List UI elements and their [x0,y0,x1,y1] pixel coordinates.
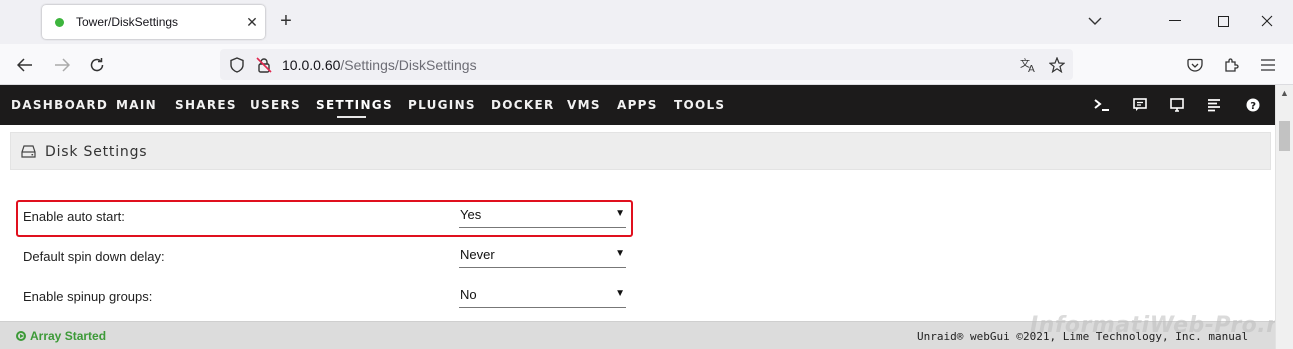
close-tab-icon[interactable]: ✕ [239,14,265,31]
section-header: Disk Settings [10,132,1271,170]
watermark-text: InformatiWeb-Pro.net [1030,313,1293,338]
menu-shares[interactable]: SHARES [175,98,237,112]
menu-users[interactable]: USERS [250,98,301,112]
page-content: Disk Settings Enable auto start: Yes ▼ D… [0,125,1275,321]
log-icon[interactable] [1205,96,1223,114]
url-text[interactable]: 10.0.0.60/Settings/DiskSettings [282,57,477,73]
menu-plugins[interactable]: PLUGINS [408,98,476,112]
menu-vms[interactable]: VMS [567,98,601,112]
unraid-main-menu: DASHBOARD MAIN SHARES USERS SETTINGS PLU… [0,85,1275,125]
url-host: 10.0.0.60 [282,57,341,73]
dropdown-arrow-icon: ▼ [615,248,625,259]
menu-hamburger-icon[interactable] [1256,53,1280,77]
spin-down-delay-value: Never [460,247,495,262]
spin-down-delay-select[interactable]: Never ▼ [459,247,626,268]
play-circle-icon [16,331,26,341]
menu-tools[interactable]: TOOLS [674,98,725,112]
menu-settings[interactable]: SETTINGS [316,98,393,112]
spinup-groups-value: No [460,287,477,302]
svg-text:A: A [1028,64,1035,73]
minimize-icon[interactable] [1162,10,1188,32]
spinup-groups-select[interactable]: No ▼ [459,287,626,308]
close-window-icon[interactable] [1254,10,1280,32]
shield-icon[interactable] [225,53,249,77]
tab-title: Tower/DiskSettings [76,15,179,29]
menu-apps[interactable]: APPS [617,98,658,112]
browser-navbar: 10.0.0.60/Settings/DiskSettings 文A [0,44,1293,85]
browser-tab[interactable]: Tower/DiskSettings ✕ [42,5,265,39]
browser-tab-strip: Tower/DiskSettings ✕ + [0,0,1293,44]
back-icon[interactable] [13,53,37,77]
insecure-lock-icon[interactable] [252,53,276,77]
translate-icon[interactable]: 文A [1017,53,1041,77]
menu-main[interactable]: MAIN [116,98,157,112]
extensions-icon[interactable] [1219,53,1243,77]
active-menu-underline [337,116,366,118]
terminal-icon[interactable] [1093,96,1111,114]
svg-text:?: ? [1250,101,1256,112]
unraid-favicon-icon [55,17,64,27]
dropdown-arrow-icon: ▼ [615,288,625,299]
list-all-tabs-icon[interactable] [1082,10,1108,32]
menu-dashboard[interactable]: DASHBOARD [11,98,108,112]
url-path: /Settings/DiskSettings [340,57,477,73]
pocket-icon[interactable] [1183,53,1207,77]
bookmark-star-icon[interactable] [1045,53,1069,77]
display-icon[interactable] [1168,96,1186,114]
reload-icon[interactable] [85,53,109,77]
spin-down-delay-label: Default spin down delay: [23,249,165,264]
help-icon[interactable]: ? [1244,96,1262,114]
scroll-thumb[interactable] [1279,121,1290,151]
highlight-box [16,200,633,237]
array-status: Array Started [16,329,106,343]
forward-icon[interactable] [50,53,74,77]
address-bar[interactable]: 10.0.0.60/Settings/DiskSettings 文A [220,49,1073,80]
page-scrollbar[interactable]: ▲ [1275,85,1293,349]
new-tab-button[interactable]: + [275,10,297,32]
maximize-icon[interactable] [1210,10,1236,32]
array-status-text: Array Started [30,329,107,343]
page-title: Disk Settings [45,144,148,160]
scroll-up-arrow-icon[interactable]: ▲ [1280,88,1289,98]
hard-drive-icon [21,145,36,163]
spinup-groups-label: Enable spinup groups: [23,289,153,304]
menu-docker[interactable]: DOCKER [491,98,555,112]
feedback-icon[interactable] [1131,96,1149,114]
